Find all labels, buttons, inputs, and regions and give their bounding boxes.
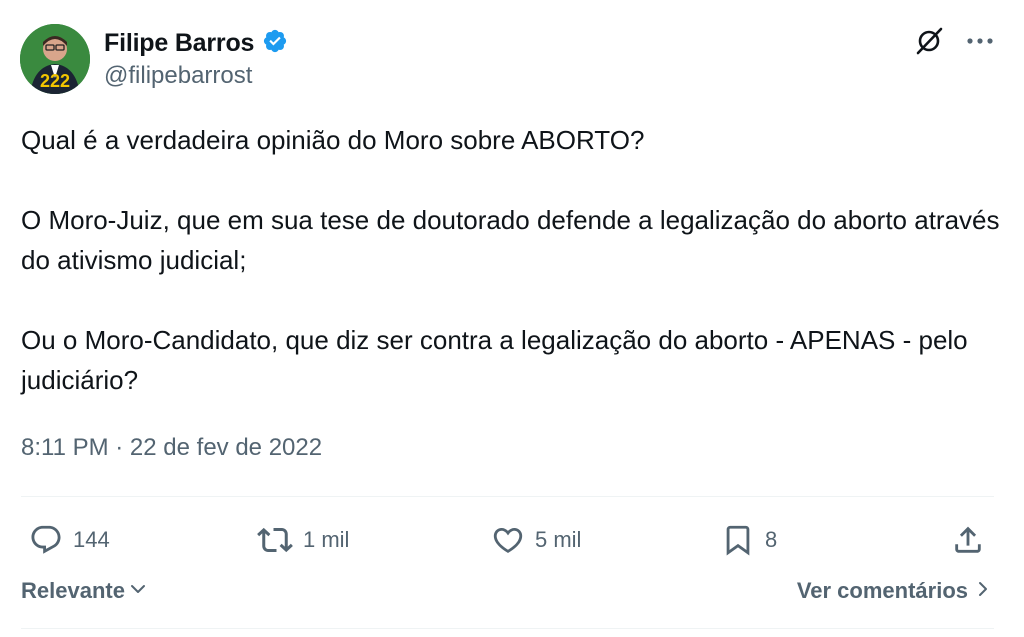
reply-button[interactable]: 144 xyxy=(29,518,110,562)
bookmark-button[interactable]: 8 xyxy=(721,518,777,562)
divider xyxy=(21,496,994,497)
author-handle[interactable]: @filipebarrost xyxy=(104,62,252,90)
tweet-text: Qual é a verdadeira opinião do Moro sobr… xyxy=(21,125,1000,395)
like-count: 5 mil xyxy=(535,527,582,552)
share-icon xyxy=(951,523,985,557)
retweet-count: 1 mil xyxy=(303,527,350,552)
heart-icon xyxy=(491,523,525,557)
bookmark-icon xyxy=(721,523,755,557)
retweet-icon xyxy=(257,522,293,558)
tweet-timestamp[interactable]: 8:11 PM · 22 de fev de 2022 xyxy=(21,434,322,462)
author-name-row[interactable]: Filipe Barros xyxy=(104,28,288,59)
engagement-bar: 144 1 mil 5 mil 8 xyxy=(21,518,994,562)
reply-icon xyxy=(29,523,63,557)
view-comments-link[interactable]: Ver comentários xyxy=(797,578,990,604)
author-display-name[interactable]: Filipe Barros xyxy=(104,29,254,58)
avatar-number-badge: 222 xyxy=(40,71,70,91)
like-button[interactable]: 5 mil xyxy=(491,518,581,562)
share-button[interactable] xyxy=(951,518,985,562)
reply-count: 144 xyxy=(73,527,110,552)
sort-label: Relevante xyxy=(21,578,125,603)
retweet-button[interactable]: 1 mil xyxy=(257,518,349,562)
sort-replies-dropdown[interactable]: Relevante xyxy=(21,578,147,604)
bookmark-count: 8 xyxy=(765,527,778,552)
grok-icon[interactable] xyxy=(914,26,944,56)
more-options-icon[interactable] xyxy=(966,37,994,45)
chevron-right-icon xyxy=(976,578,990,604)
verified-badge-icon xyxy=(262,28,288,59)
avatar[interactable]: 222 xyxy=(20,24,90,94)
divider xyxy=(21,628,994,629)
view-comments-label: Ver comentários xyxy=(796,578,968,603)
chevron-down-icon xyxy=(129,578,147,604)
